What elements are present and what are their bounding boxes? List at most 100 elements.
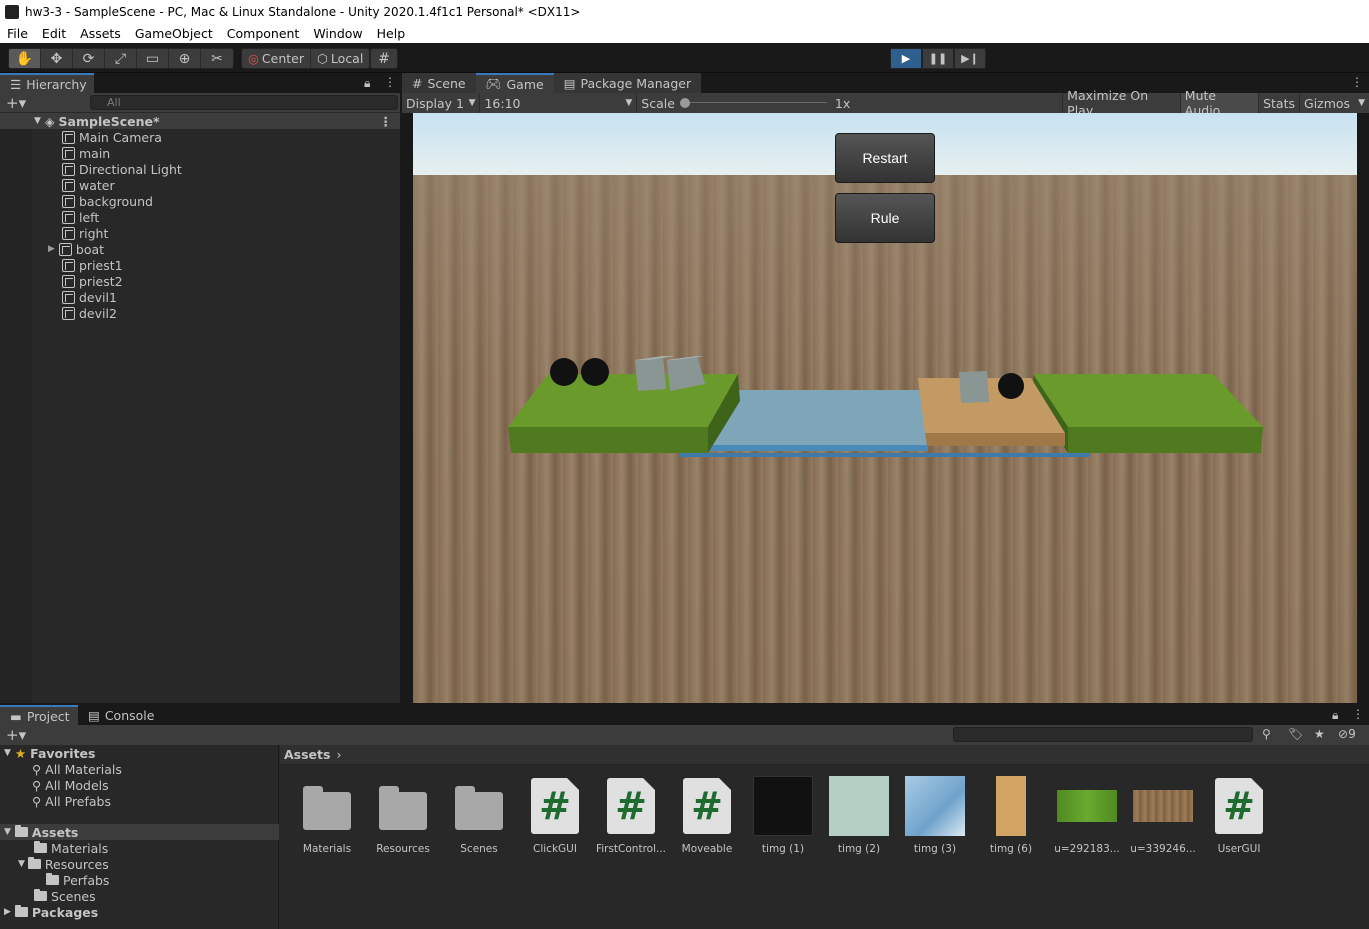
project-lock-icon[interactable]: 🔒︎ (1332, 708, 1338, 723)
scene-row[interactable]: ▼ ◈ SampleScene* ⋮ (0, 113, 400, 129)
menu-file[interactable]: File (0, 26, 35, 41)
hidden-packages-icon[interactable]: ⊘9 (1338, 727, 1356, 741)
asset-item[interactable]: u=339246... (1125, 776, 1201, 856)
pivot-local-button[interactable]: ⬡ Local (311, 49, 369, 68)
scale-slider[interactable]: Scale 1x (637, 93, 1062, 113)
transform-tool-icon[interactable]: ⊕ (169, 49, 201, 68)
tab-project[interactable]: ▬ Project (0, 705, 78, 725)
play-icon[interactable]: ▶ (890, 48, 922, 69)
asset-item[interactable]: timg (6) (973, 776, 1049, 856)
menu-gameobject[interactable]: GameObject (128, 26, 220, 41)
scale-handle[interactable] (679, 98, 690, 108)
hierarchy-item[interactable]: main (0, 145, 400, 161)
kebab-menu-icon[interactable]: ⋮ (384, 75, 396, 89)
tree-materials[interactable]: Materials (34, 840, 108, 856)
tab-scene[interactable]: # Scene (402, 73, 476, 93)
scale-track[interactable] (679, 98, 827, 108)
project-add-icon[interactable]: +▾ (6, 726, 26, 744)
hierarchy-item[interactable]: devil2 (0, 305, 400, 321)
tree-fav-item[interactable]: ⚲ All Models (32, 777, 109, 793)
maximize-on-play-toggle[interactable]: Maximize On Play (1062, 88, 1181, 118)
hierarchy-item[interactable]: background (0, 193, 400, 209)
favorite-star-icon[interactable]: ★ (1314, 727, 1325, 741)
asset-item[interactable]: # ClickGUI (517, 776, 593, 856)
tree-perfabs[interactable]: Perfabs (46, 872, 109, 888)
asset-item[interactable]: Scenes (441, 776, 517, 856)
tree-packages[interactable]: ▶ Packages (4, 904, 98, 920)
hierarchy-item[interactable]: ▶ boat (0, 241, 400, 257)
hierarchy-item[interactable]: water (0, 177, 400, 193)
gizmos-toggle[interactable]: Gizmos (1300, 93, 1354, 113)
asset-item[interactable]: timg (2) (821, 776, 897, 856)
hierarchy-item[interactable]: priest1 (0, 257, 400, 273)
menu-component[interactable]: Component (220, 26, 307, 41)
add-icon[interactable]: +▾ (6, 94, 26, 112)
menu-window[interactable]: Window (306, 26, 369, 41)
scene-menu-icon[interactable]: ⋮ (380, 114, 393, 129)
view-menu-icon[interactable]: ⋮ (1351, 75, 1363, 89)
asset-item[interactable]: # UserGUI (1201, 776, 1277, 856)
expand-arrow-icon[interactable]: ▼ (4, 748, 11, 758)
breadcrumb-assets[interactable]: Assets (284, 747, 330, 762)
tab-package-manager[interactable]: ▤ Package Manager (553, 73, 702, 93)
tab-hierarchy[interactable]: ☰ Hierarchy (0, 73, 94, 93)
asset-item[interactable]: # FirstControl... (593, 776, 669, 856)
aspect-dropdown[interactable]: 16:10 ▼ (480, 93, 638, 113)
step-icon[interactable]: ▶❙ (954, 48, 986, 69)
tree-fav-item[interactable]: ⚲ All Materials (32, 761, 122, 777)
game-viewport[interactable]: Restart Rule (413, 113, 1357, 703)
collapse-arrow-icon[interactable]: ▶ (4, 907, 11, 917)
expand-arrow-icon[interactable]: ▼ (34, 116, 41, 126)
stats-toggle[interactable]: Stats (1259, 93, 1301, 113)
tab-console[interactable]: ▤ Console (78, 705, 165, 725)
menu-assets[interactable]: Assets (73, 26, 128, 41)
pause-icon[interactable]: ❚❚ (922, 48, 954, 69)
grid-snap-icon[interactable]: # (371, 49, 397, 68)
rect-tool-icon[interactable]: ▭ (137, 49, 169, 68)
search-by-type-icon[interactable]: ⚲ (1262, 727, 1271, 741)
lock-icon[interactable]: 🔒︎ (364, 76, 370, 91)
asset-item[interactable]: # Moveable (669, 776, 745, 856)
hierarchy-item[interactable]: priest2 (0, 273, 400, 289)
hierarchy-item[interactable]: devil1 (0, 289, 400, 305)
hierarchy-item[interactable]: right (0, 225, 400, 241)
tab-scene-label: Scene (427, 75, 466, 91)
asset-item[interactable]: u=292183... (1049, 776, 1125, 856)
search-by-label-icon[interactable]: 🏷︎ (1288, 727, 1303, 741)
asset-item[interactable]: timg (1) (745, 776, 821, 856)
custom-tool-icon[interactable]: ✂ (201, 49, 233, 68)
tree-assets[interactable]: ▼ Assets (0, 824, 279, 840)
rule-button[interactable]: Rule (835, 193, 935, 243)
collapse-arrow-icon[interactable]: ▶ (48, 244, 55, 254)
tree-fav-item[interactable]: ⚲ All Prefabs (32, 793, 111, 809)
gameobject-icon (62, 210, 75, 224)
expand-arrow-icon[interactable]: ▼ (18, 859, 25, 869)
rotate-tool-icon[interactable]: ⟳ (73, 49, 105, 68)
hierarchy-item[interactable]: Main Camera (0, 129, 400, 145)
display-dropdown[interactable]: Display 1 ▼ (402, 93, 481, 113)
pivot-center-button[interactable]: ◎ Center (242, 49, 311, 68)
scale-tool-icon[interactable]: ⤢ (105, 49, 137, 68)
asset-item[interactable]: timg (3) (897, 776, 973, 856)
menu-edit[interactable]: Edit (35, 26, 73, 41)
tab-project-label: Project (26, 708, 70, 724)
asset-label: u=292183... (1054, 843, 1120, 855)
mute-audio-toggle[interactable]: Mute Audio (1180, 88, 1260, 118)
hierarchy-item[interactable]: Directional Light (0, 161, 400, 177)
expand-arrow-icon[interactable]: ▼ (4, 827, 11, 837)
move-tool-icon[interactable]: ✥ (41, 49, 73, 68)
menu-help[interactable]: Help (370, 26, 413, 41)
hierarchy-search-input[interactable]: All (90, 95, 398, 110)
tab-game[interactable]: 🎮︎ Game (475, 73, 554, 93)
tree-resources[interactable]: ▼ Resources (18, 856, 109, 872)
asset-item[interactable]: Materials (289, 776, 365, 856)
tree-scenes[interactable]: Scenes (34, 888, 96, 904)
hand-tool-icon[interactable]: ✋ (9, 49, 41, 68)
restart-button[interactable]: Restart (835, 133, 935, 183)
gizmos-dropdown-icon[interactable]: ▼ (1354, 93, 1369, 113)
hierarchy-item[interactable]: left (0, 209, 400, 225)
project-search-input[interactable] (953, 727, 1253, 742)
asset-item[interactable]: Resources (365, 776, 441, 856)
tree-favorites[interactable]: ▼ ★ Favorites (4, 745, 95, 761)
project-menu-icon[interactable]: ⋮ (1352, 707, 1364, 721)
